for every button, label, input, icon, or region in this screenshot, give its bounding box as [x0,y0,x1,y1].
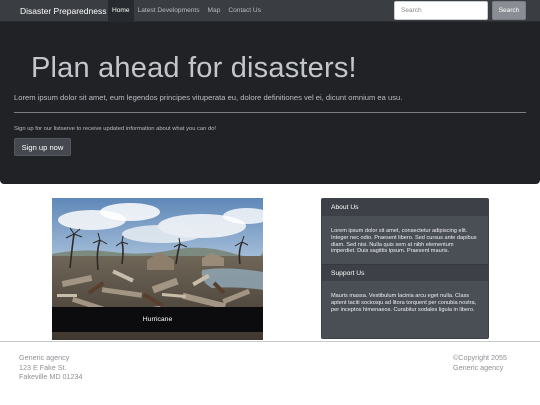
about-us-heading: About Us [322,199,488,216]
footer-address-line: Fakeville MD 01234 [19,372,83,382]
hero-lead-text: Lorem ipsum dolor sit amet, eum legendos… [14,93,403,102]
footer-divider [0,341,540,342]
info-panel: About Us Lorem ipsum dolor sit amet, con… [321,198,489,339]
hero-divider [14,112,526,113]
copyright-line: ©Copyright 2055 [453,353,508,362]
nav-item-contact-us[interactable]: Contact Us [224,0,265,22]
hero-signup-note: Sign up for our listserve to receive upd… [14,126,217,132]
search-button[interactable]: Search [492,1,526,20]
footer-copyright: ©Copyright 2055 Generic agency [453,353,507,372]
sign-up-button[interactable]: Sign up now [14,138,71,156]
hero-title: Plan ahead for disasters! [31,52,357,84]
photo-caption: Hurricane [52,307,263,332]
copyright-agency: Generic agency [453,362,504,372]
nav-item-latest-developments[interactable]: Latest Developments [134,0,204,22]
top-navbar: Disaster Preparedness Home Latest Develo… [0,0,540,22]
nav-links: Home Latest Developments Map Contact Us [108,0,265,22]
about-us-text: Lorem ipsum dolor sit amet, consectetur … [331,228,477,255]
hero-jumbotron: Plan ahead for disasters! Lorem ipsum do… [0,22,540,184]
search-input[interactable] [394,1,488,20]
support-us-heading: Support Us [322,264,488,282]
brand-link[interactable]: Disaster Preparedness [20,0,106,22]
nav-item-map[interactable]: Map [204,0,225,22]
footer-address-line: Generic agency [19,353,70,362]
footer-address-line: 123 E Fake St. [19,362,67,372]
support-us-text: Mauris massa. Vestibulum lacinia arcu eg… [331,293,477,313]
nav-item-home[interactable]: Home [108,0,134,22]
footer-address: Generic agency 123 E Fake St. Fakeville … [19,353,83,382]
